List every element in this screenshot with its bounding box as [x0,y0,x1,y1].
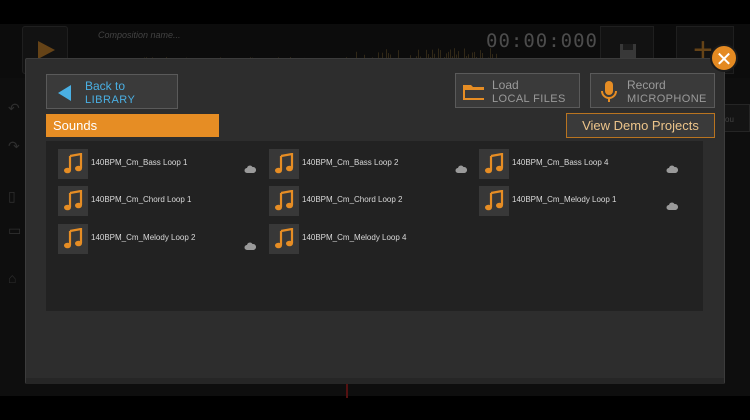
back-arrow-icon [58,85,71,101]
sound-name: 140BPM_Cm_Melody Loop 4 [302,233,407,242]
sound-item[interactable]: 140BPM_Cm_Bass Loop 2 [269,149,459,179]
tab-sounds[interactable]: Sounds [46,114,219,137]
load-button-label: Load [492,78,519,92]
record-button-label: Record [627,78,666,92]
record-microphone-button[interactable]: Record MICROPHONE [590,73,715,108]
load-button-sublabel: LOCAL FILES [492,93,566,105]
sound-item[interactable]: 140BPM_Cm_Chord Loop 1 [58,186,248,216]
sound-name: 140BPM_Cm_Chord Loop 2 [302,195,403,204]
sound-list: 140BPM_Cm_Bass Loop 1 140BPM_Cm_Bass Loop… [46,141,703,311]
back-to-library-button[interactable]: Back to LIBRARY [46,74,178,109]
folder-icon [463,85,484,100]
sound-name: 140BPM_Cm_Bass Loop 2 [302,158,399,167]
sound-name: 140BPM_Cm_Bass Loop 1 [91,158,188,167]
close-icon[interactable]: ✕ [710,44,738,72]
load-local-files-button[interactable]: Load LOCAL FILES [455,73,580,108]
cloud-download-icon[interactable] [244,165,257,176]
music-note-icon [479,149,509,179]
back-button-sublabel: LIBRARY [85,94,136,106]
sound-item[interactable]: 140BPM_Cm_Melody Loop 4 [269,224,459,254]
music-note-icon [269,224,299,254]
cloud-download-icon[interactable] [455,165,468,176]
sound-name: 140BPM_Cm_Bass Loop 4 [512,158,609,167]
sound-item[interactable]: 140BPM_Cm_Bass Loop 1 [58,149,248,179]
music-note-icon [58,224,88,254]
microphone-icon [601,81,617,102]
record-button-sublabel: MICROPHONE [627,93,707,105]
sound-item[interactable]: 140BPM_Cm_Bass Loop 4 [479,149,669,179]
sound-item[interactable]: 140BPM_Cm_Chord Loop 2 [269,186,459,216]
dialog-footer [26,378,724,384]
cloud-download-icon[interactable] [666,165,679,176]
sound-name: 140BPM_Cm_Melody Loop 1 [512,195,617,204]
sound-name: 140BPM_Cm_Melody Loop 2 [91,233,196,242]
music-note-icon [269,149,299,179]
music-note-icon [269,186,299,216]
view-demo-projects-button[interactable]: View Demo Projects [566,113,715,138]
sound-name: 140BPM_Cm_Chord Loop 1 [91,195,192,204]
music-note-icon [58,149,88,179]
music-note-icon [58,186,88,216]
cloud-download-icon[interactable] [244,242,257,253]
music-note-icon [479,186,509,216]
sound-item[interactable]: 140BPM_Cm_Melody Loop 1 [479,186,669,216]
sound-item[interactable]: 140BPM_Cm_Melody Loop 2 [58,224,248,254]
back-button-label: Back to [85,79,126,93]
cloud-download-icon[interactable] [666,202,679,213]
